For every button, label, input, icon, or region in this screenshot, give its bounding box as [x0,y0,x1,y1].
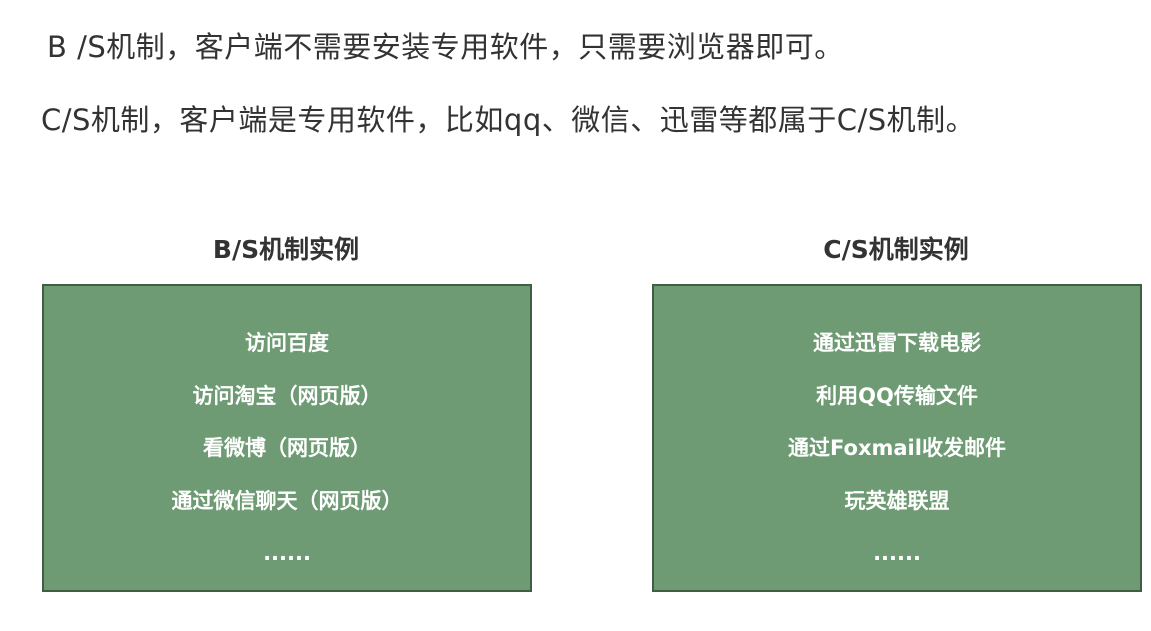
bs-examples-list: 访问百度 访问淘宝（网页版） 看微博（网页版） 通过微信聊天（网页版） ....… [44,326,530,589]
bs-example-item: 看微博（网页版） [203,436,371,460]
bs-description-text: B /S机制，客户端不需要安装专用软件，只需要浏览器即可。 [47,30,844,64]
cs-examples-heading: C/S机制实例 [823,235,969,264]
cs-examples-list: 通过迅雷下载电影 利用QQ传输文件 通过Foxmail收发邮件 玩英雄联盟 ..… [654,326,1140,589]
cs-example-item: 玩英雄联盟 [844,488,950,513]
bs-examples-box: 访问百度 访问淘宝（网页版） 看微博（网页版） 通过微信聊天（网页版） ....… [42,284,532,592]
bs-example-item: 访问淘宝（网页版） [192,383,382,408]
bs-example-item: 访问百度 [245,331,329,355]
cs-example-ellipsis: ...... [873,541,921,565]
bs-examples-heading: B/S机制实例 [212,235,360,264]
cs-example-item: 通过Foxmail收发邮件 [788,436,1006,460]
cs-example-item: 利用QQ传输文件 [816,383,978,408]
bs-example-ellipsis: ...... [263,541,311,565]
cs-examples-box: 通过迅雷下载电影 利用QQ传输文件 通过Foxmail收发邮件 玩英雄联盟 ..… [652,284,1142,592]
cs-example-item: 通过迅雷下载电影 [813,331,981,355]
bs-example-item: 通过微信聊天（网页版） [171,488,403,513]
cs-description-text: C/S机制，客户端是专用软件，比如qq、微信、迅雷等都属于C/S机制。 [41,103,976,137]
